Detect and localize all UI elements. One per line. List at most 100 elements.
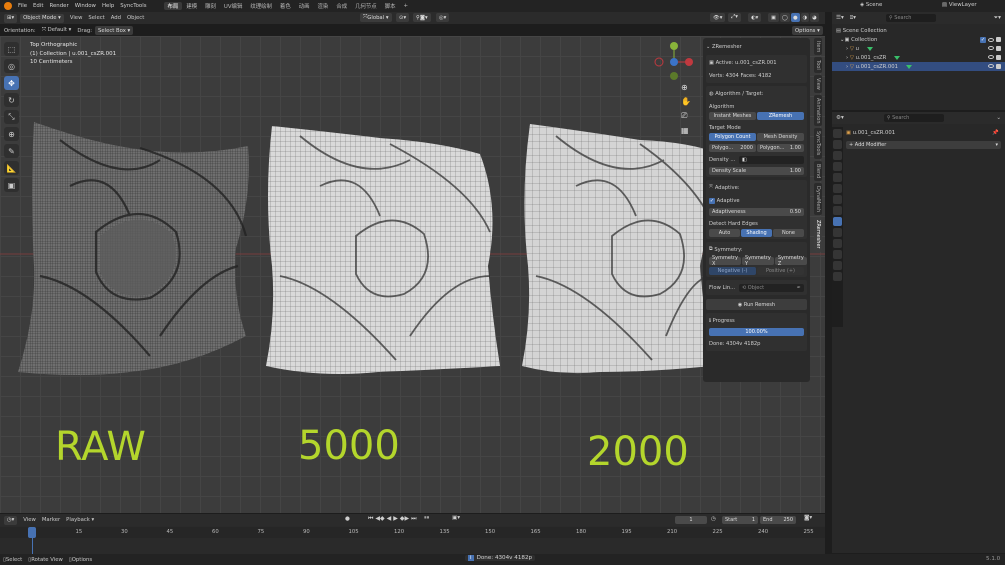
output-tab-icon[interactable] (833, 151, 842, 160)
workspace-tab-scripting[interactable]: 脚本 (381, 2, 400, 10)
playhead[interactable] (28, 527, 36, 538)
eyedropper-icon[interactable]: ✒ (797, 285, 801, 291)
symmetry-positive-button[interactable]: Positive (+) (757, 267, 804, 275)
menu-edit[interactable]: Edit (30, 3, 46, 9)
cursor-icon[interactable]: ◎ (4, 59, 19, 73)
zoom-icon[interactable]: ⊕ (681, 83, 691, 92)
algo-instant-meshes[interactable]: Instant Meshes (709, 112, 756, 120)
pivot-point-icon[interactable]: ⊙▾ (396, 13, 410, 22)
outliner-scene-collection[interactable]: ▤ Scene Collection (832, 26, 1005, 35)
add-cube-icon[interactable]: ▣ (4, 178, 19, 192)
modifier-tab-icon[interactable] (833, 217, 842, 226)
viewport-menu-view[interactable]: View (70, 15, 83, 21)
annotate-icon[interactable]: ✎ (4, 144, 19, 158)
play-reverse-icon[interactable]: ◀ (387, 515, 392, 523)
symmetry-x-button[interactable]: Symmetry X (709, 255, 741, 267)
view-layer-selector[interactable]: ▤ ViewLayer (942, 2, 977, 8)
xray-icon[interactable]: ▣ (768, 13, 780, 22)
symmetry-y-button[interactable]: Symmetry Y (741, 255, 774, 267)
workspace-tab-compositing[interactable]: 合成 (332, 2, 351, 10)
options-dropdown[interactable]: Options ▾ (792, 26, 823, 35)
overlay-icon[interactable]: ◐▾ (748, 13, 762, 22)
camera-icon[interactable] (996, 37, 1001, 42)
wireframe-shading-icon[interactable]: ◯ (780, 13, 790, 22)
density-picker[interactable]: ◧ (739, 155, 804, 164)
physics-tab-icon[interactable] (833, 239, 842, 248)
algo-zremesh[interactable]: ZRemesh (757, 112, 804, 120)
material-tab-icon[interactable] (833, 272, 842, 281)
current-frame-field[interactable]: 1 (675, 516, 707, 524)
properties-options-icon[interactable]: ⌄ (996, 115, 1001, 121)
jump-end-icon[interactable]: ⏭ (411, 515, 416, 523)
properties-search-input[interactable]: ⚲ Search (883, 114, 944, 122)
collection-include-checkbox[interactable]: ✓ (980, 36, 986, 43)
rendered-shading-icon[interactable]: ◕ (810, 13, 819, 22)
add-workspace-icon[interactable]: + (399, 3, 412, 9)
viewport-menu-select[interactable]: Select (88, 15, 104, 21)
tab-blend[interactable]: Blend (814, 160, 822, 182)
workspace-tab-modeling[interactable]: 建模 (182, 2, 201, 10)
object-tab-icon[interactable] (833, 206, 842, 215)
start-frame-field[interactable]: Start 1 (722, 516, 758, 524)
symmetry-z-button[interactable]: Symmetry Z (774, 255, 807, 267)
transform-icon[interactable]: ⊕ (4, 127, 19, 141)
timeline-options-icon[interactable]: ◙▾ (804, 515, 812, 521)
data-tab-icon[interactable] (833, 261, 842, 270)
timeline-menu-playback[interactable]: Playback ▾ (66, 517, 94, 523)
mode-dropdown[interactable]: Object Mode ▾ (20, 13, 64, 23)
workspace-tab-sculpting[interactable]: 雕刻 (201, 2, 220, 10)
camera-icon[interactable] (996, 64, 1001, 69)
play-icon[interactable]: ▶ (393, 515, 398, 523)
camera-icon[interactable] (996, 55, 1001, 60)
prev-keyframe-icon[interactable]: ◀◆ (375, 515, 384, 523)
camera-icon[interactable] (996, 46, 1001, 51)
scene-tab-icon[interactable] (833, 173, 842, 182)
visibility-icon[interactable]: 👁▾ (710, 13, 726, 22)
constraints-tab-icon[interactable] (833, 250, 842, 259)
menu-help[interactable]: Help (99, 3, 117, 9)
keyframe-type-icon[interactable]: ▣▾ (452, 515, 460, 521)
jump-start-icon[interactable]: ⏮ (368, 515, 373, 523)
pin-icon[interactable]: 📌 (992, 130, 999, 136)
tab-synctools[interactable]: SyncTools (814, 128, 822, 159)
outliner-collection[interactable]: ⌄ ▣ Collection ✓ (832, 35, 1005, 44)
drag-dropdown[interactable]: Select Box ▾ (94, 26, 134, 35)
hard-edges-shading[interactable]: Shading (741, 229, 772, 237)
end-frame-field[interactable]: End 250 (760, 516, 796, 524)
timeline-editor-icon[interactable]: ◷▾ (4, 515, 18, 525)
particles-tab-icon[interactable] (833, 228, 842, 237)
hard-edges-none[interactable]: None (773, 229, 804, 237)
density-scale-field[interactable]: Density Scale 1.00 (709, 167, 804, 175)
symmetry-negative-button[interactable]: Negative (-) (709, 267, 756, 275)
flow-lines-object-field[interactable]: ⟲ Object ✒ (739, 283, 804, 292)
properties-editor-icon[interactable]: ⚙▾ (836, 115, 844, 121)
solid-shading-icon[interactable]: ● (790, 13, 800, 22)
next-keyframe-icon[interactable]: ◆▶ (400, 515, 409, 523)
eye-icon[interactable] (988, 37, 994, 42)
pan-hand-icon[interactable]: ✋ (681, 97, 691, 106)
filter-icon[interactable]: ⏷▾ (994, 15, 1001, 22)
outliner-object-u001-cszr001[interactable]: › ▽ u.001_csZR.001 (832, 62, 1005, 71)
outliner-editor-icon[interactable]: ☰▾ (836, 15, 844, 21)
view-layer-tab-icon[interactable] (833, 162, 842, 171)
workspace-tab-shading[interactable]: 着色 (276, 2, 295, 10)
snap-icon[interactable]: ⚲◙▾ (413, 13, 431, 22)
add-modifier-button[interactable]: + Add Modifier ▾ (846, 141, 1001, 149)
move-icon[interactable]: ✥ (4, 76, 19, 90)
workspace-tab-uv[interactable]: UV编辑 (220, 2, 246, 10)
measure-icon[interactable]: 📐 (4, 161, 19, 175)
keying-icon[interactable]: ⏸⏸ (424, 515, 430, 522)
target-mesh-density[interactable]: Mesh Density (757, 133, 804, 141)
outliner-object-u[interactable]: › ▽ u (832, 44, 1005, 53)
render-tab-icon[interactable] (833, 140, 842, 149)
proportional-edit-icon[interactable]: ◎▾ (436, 13, 450, 22)
polygon-count-field[interactable]: Polygo... 2000 (709, 144, 756, 152)
tool-tab-icon[interactable] (833, 129, 842, 138)
grid-view-icon[interactable]: ▦ (681, 126, 691, 135)
tab-tool[interactable]: Tool (814, 57, 822, 74)
panel-header[interactable]: ⌄ ZRemesher (706, 41, 807, 52)
rotate-icon[interactable]: ↻ (4, 93, 19, 107)
tab-view[interactable]: View (814, 75, 822, 93)
adaptive-checkbox-row[interactable]: ✓ Adaptive (709, 195, 804, 206)
tab-dynamesh[interactable]: DynaMesh (814, 183, 822, 216)
